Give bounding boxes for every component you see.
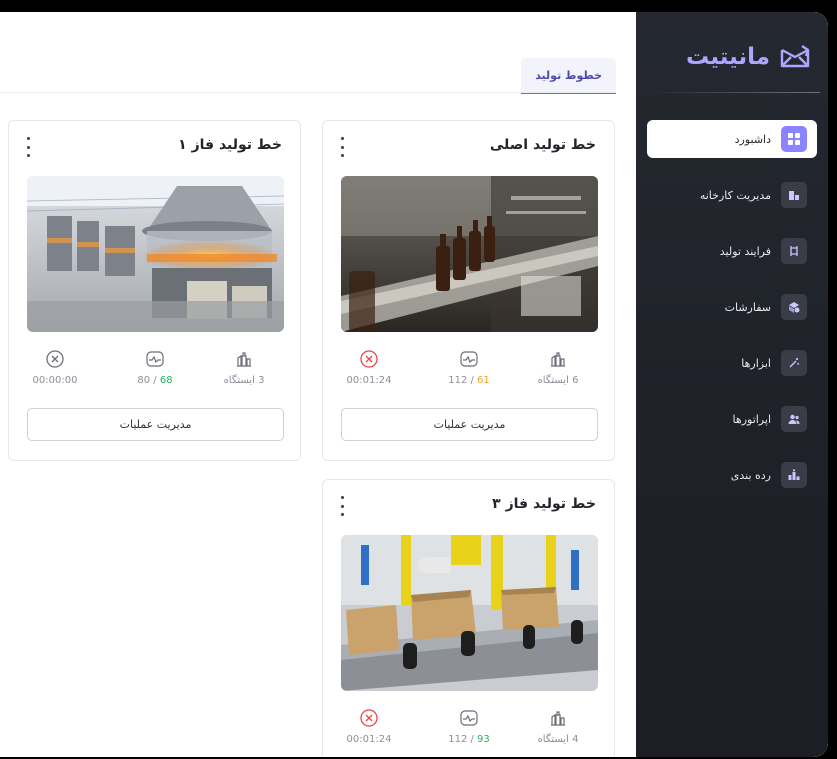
sidebar-item-production-process[interactable]: فرایند تولید [647, 232, 817, 270]
stations-stat: 4 ایستگاه [518, 708, 598, 745]
line-stats: 3 ایستگاه 68 / 80 00:00:00 [27, 349, 284, 389]
app-window: خطوط تولید خط تولید اصلی 6 ایستگاه 61 / … [0, 12, 828, 757]
sidebar-nav: داشبورد مدیریت کارخانه فرایند تولید سفار… [636, 120, 828, 512]
stations-stat: 3 ایستگاه [204, 349, 284, 386]
error-circle-icon [15, 349, 95, 369]
factory-icon [781, 182, 807, 208]
orders-icon [781, 294, 807, 320]
tab-production-lines[interactable]: خطوط تولید [521, 58, 616, 94]
sidebar: مانیتیت داشبورد مدیریت کارخانه فرایند تو… [636, 12, 828, 757]
downtime-timer: 00:00:00 [32, 375, 78, 386]
production-line-card: خط تولید اصلی 6 ایستگاه 61 / 112 00:01:2… [322, 120, 615, 461]
line-image-bottling [341, 176, 598, 332]
grid-icon [781, 126, 807, 152]
sidebar-item-ranking[interactable]: رده بندی [647, 456, 817, 494]
sidebar-item-label: مدیریت کارخانه [699, 188, 771, 202]
capacity-total: 112 [448, 734, 468, 745]
tab-bar: خطوط تولید [521, 58, 616, 94]
capacity-total: 80 [137, 375, 151, 386]
line-image-furnace [27, 176, 284, 332]
error-circle-icon [329, 349, 409, 369]
window-top-edge [0, 0, 837, 12]
stations-count: 6 ایستگاه [537, 375, 579, 386]
capacity-stat: 68 / 80 [115, 349, 195, 386]
capacity-total: 112 [448, 375, 468, 386]
magic-wand-icon [781, 350, 807, 376]
brand-name: مانیتیت [685, 44, 770, 70]
capacity-used: 61 [477, 375, 490, 386]
factory-icon [518, 349, 598, 369]
sidebar-item-label: داشبورد [734, 132, 771, 146]
more-options-icon[interactable] [339, 496, 345, 516]
capacity-stat: 61 / 112 [429, 349, 509, 386]
ranking-icon [781, 462, 807, 488]
manage-operations-button[interactable]: مدیریت عملیات [341, 408, 598, 441]
downtime-timer: 00:01:24 [346, 375, 392, 386]
activity-icon [429, 708, 509, 728]
capacity-used: 68 [159, 375, 173, 386]
more-options-icon[interactable] [25, 137, 31, 157]
capacity-stat: 93 / 112 [429, 708, 509, 745]
sidebar-item-label: سفارشات [724, 300, 771, 314]
sidebar-item-label: رده بندی [730, 468, 771, 482]
production-line-card: خط تولید فاز ۳ 4 ایستگاه 93 / 112 00:01:… [322, 479, 615, 757]
sidebar-divider [644, 92, 820, 93]
stations-stat: 6 ایستگاه [518, 349, 598, 386]
tab-label: خطوط تولید [535, 68, 602, 82]
factory-icon [204, 349, 284, 369]
sidebar-item-orders[interactable]: سفارشات [647, 288, 817, 326]
main-content: خطوط تولید خط تولید اصلی 6 ایستگاه 61 / … [0, 12, 636, 757]
manage-operations-button[interactable]: مدیریت عملیات [27, 408, 284, 441]
users-icon [781, 406, 807, 432]
downtime-stat: 00:01:24 [329, 349, 409, 386]
downtime-stat: 00:01:24 [329, 708, 409, 745]
error-circle-icon [329, 708, 409, 728]
more-options-icon[interactable] [339, 137, 345, 157]
activity-icon [429, 349, 509, 369]
sidebar-item-tools[interactable]: ابزارها [647, 344, 817, 382]
activity-icon [115, 349, 195, 369]
stations-count: 3 ایستگاه [223, 375, 265, 386]
downtime-stat: 00:00:00 [15, 349, 95, 386]
sidebar-item-factory-management[interactable]: مدیریت کارخانه [647, 176, 817, 214]
card-title: خط تولید فاز ۳ [492, 496, 596, 512]
card-title: خط تولید اصلی [489, 137, 596, 153]
brand-logo[interactable]: مانیتیت [686, 42, 812, 72]
line-stats: 4 ایستگاه 93 / 112 00:01:24 [341, 708, 598, 748]
process-icon [781, 238, 807, 264]
downtime-timer: 00:01:24 [346, 734, 392, 745]
sidebar-item-label: فرایند تولید [719, 244, 771, 258]
factory-icon [518, 708, 598, 728]
sidebar-item-operators[interactable]: اپراتورها [647, 400, 817, 438]
stations-count: 4 ایستگاه [537, 734, 579, 745]
capacity-used: 93 [477, 734, 490, 745]
line-image-box-conveyor [341, 535, 598, 691]
sidebar-item-label: ابزارها [741, 356, 771, 370]
logo-icon [780, 45, 810, 68]
tab-divider [0, 92, 616, 93]
card-title: خط تولید فاز ۱ [178, 137, 282, 153]
sidebar-item-label: اپراتورها [732, 412, 771, 426]
sidebar-item-dashboard[interactable]: داشبورد [647, 120, 817, 158]
line-stats: 6 ایستگاه 61 / 112 00:01:24 [341, 349, 598, 389]
production-line-card: خط تولید فاز ۱ 3 ایستگاه 68 / 80 00:00:0… [8, 120, 301, 461]
